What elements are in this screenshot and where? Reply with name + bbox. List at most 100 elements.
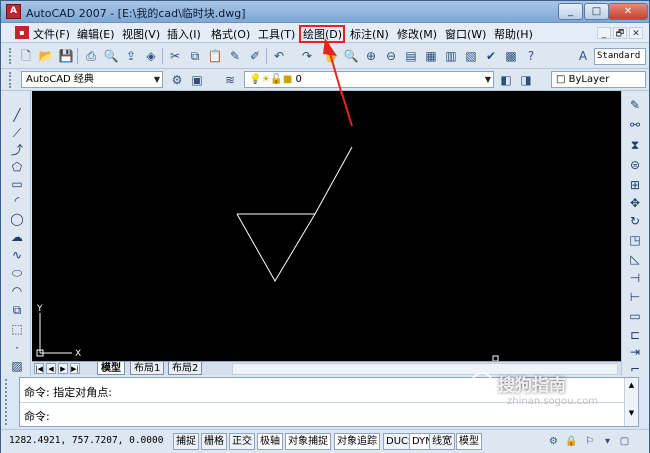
mirror-icon[interactable]: ⧗ — [627, 137, 643, 153]
ortho-toggle[interactable]: 正交 — [229, 433, 255, 450]
break-icon[interactable]: ▭ — [627, 308, 643, 324]
array-icon[interactable]: ⊞ — [627, 177, 643, 193]
menu-help[interactable]: 帮助(H) — [494, 26, 533, 42]
polyline-icon[interactable]: ⤴ — [9, 142, 25, 158]
lock-icon[interactable]: 🔒 — [564, 434, 579, 449]
menu-modify[interactable]: 修改(M) — [397, 26, 437, 42]
command-grip[interactable] — [5, 379, 15, 425]
make-block-icon[interactable]: ⬚ — [9, 321, 25, 337]
menu-tools[interactable]: 工具(T) — [258, 26, 295, 42]
join-icon[interactable]: ⊏ — [627, 327, 643, 343]
fillet-icon[interactable]: ⌐ — [627, 361, 643, 377]
copy-clip-icon[interactable]: ⧉ — [187, 48, 203, 64]
workspace-settings-icon[interactable]: ⚙ — [169, 72, 185, 88]
workspace-combo[interactable]: AutoCAD 经典 ▼ — [21, 71, 163, 88]
minimize-button[interactable]: _ — [558, 3, 583, 20]
zoom-previous-icon[interactable]: ⊖ — [383, 48, 399, 64]
rotate-icon[interactable]: ↻ — [627, 213, 643, 229]
match-properties-icon[interactable]: ✎ — [227, 48, 243, 64]
copy-icon[interactable]: ⚯ — [627, 117, 643, 133]
help-icon[interactable]: ? — [523, 48, 539, 64]
osnap-toggle[interactable]: 对象捕捉 — [285, 433, 331, 450]
communication-center-icon[interactable]: ⚙ — [546, 434, 561, 449]
next-tab-button[interactable]: ▶ — [58, 363, 68, 374]
ellipse-icon[interactable]: ⬭ — [9, 265, 25, 281]
new-icon[interactable]: 🗋 — [18, 48, 34, 64]
design-center-icon[interactable]: ▦ — [423, 48, 439, 64]
scale-icon[interactable]: ◳ — [627, 232, 643, 248]
autocad-app-icon[interactable]: A — [6, 4, 21, 19]
drawn-line[interactable] — [314, 146, 353, 215]
command-scrollbar[interactable]: ▲ ▼ — [624, 378, 638, 426]
doc-close-button[interactable]: ✕ — [629, 27, 643, 39]
extend-icon[interactable]: ⊢ — [627, 289, 643, 305]
paste-icon[interactable]: 📋 — [207, 48, 223, 64]
first-tab-button[interactable]: |◀ — [34, 363, 44, 374]
tab-layout2[interactable]: 布局2 — [168, 362, 203, 375]
tool-palettes-icon[interactable]: ▥ — [443, 48, 459, 64]
point-icon[interactable]: · — [9, 340, 25, 356]
coordinate-readout[interactable]: 1282.4921, 757.7207, 0.0000 — [9, 435, 163, 446]
print-preview-icon[interactable]: 🔍 — [103, 48, 119, 64]
snap-toggle[interactable]: 捕捉 — [173, 433, 199, 450]
document-icon[interactable]: ▪ — [15, 26, 29, 39]
properties-icon[interactable]: ▤ — [403, 48, 419, 64]
trim-icon[interactable]: ⊣ — [627, 270, 643, 286]
drawn-triangle[interactable] — [236, 213, 316, 282]
grid-toggle[interactable]: 栅格 — [201, 433, 227, 450]
publish-icon[interactable]: ⇪ — [123, 48, 139, 64]
print-icon[interactable]: ⎙ — [83, 48, 99, 64]
hatch-icon[interactable]: ▨ — [9, 358, 25, 374]
save-workspace-icon[interactable]: ▣ — [189, 72, 205, 88]
toolbar-lock-icon[interactable]: ⚐ — [582, 434, 597, 449]
otrack-toggle[interactable]: 对象追踪 — [334, 433, 380, 450]
text-style-combo[interactable]: Standard — [594, 48, 646, 65]
make-object-layer-current-icon[interactable]: ◧ — [498, 72, 514, 88]
menu-file[interactable]: 文件(F) — [33, 26, 70, 42]
revision-cloud-icon[interactable]: ☁ — [9, 229, 25, 245]
toolbar-grip[interactable] — [9, 48, 12, 64]
chamfer-icon[interactable]: ⇥ — [627, 344, 643, 360]
chevron-down-icon[interactable]: ▾ — [600, 434, 615, 449]
toolbar-grip[interactable] — [9, 72, 12, 88]
undo-icon[interactable]: ↶ — [271, 48, 287, 64]
menu-insert[interactable]: 插入(I) — [167, 26, 201, 42]
circle-icon[interactable]: ◯ — [9, 211, 25, 227]
construction-line-icon[interactable]: ⟋ — [9, 125, 25, 141]
layer-previous-icon[interactable]: ◨ — [518, 72, 534, 88]
close-button[interactable]: ✕ — [608, 3, 648, 20]
tab-model[interactable]: 模型 — [97, 362, 125, 375]
menu-view[interactable]: 视图(V) — [122, 26, 160, 42]
save-icon[interactable]: 💾 — [58, 48, 74, 64]
menu-window[interactable]: 窗口(W) — [445, 26, 486, 42]
maximize-button[interactable]: □ — [584, 3, 609, 20]
open-icon[interactable]: 📂 — [38, 48, 54, 64]
redo-icon[interactable]: ↷ — [299, 48, 315, 64]
move-icon[interactable]: ✥ — [627, 195, 643, 211]
markup-icon[interactable]: ✔ — [483, 48, 499, 64]
command-prompt[interactable]: 命令: — [24, 408, 50, 424]
clean-screen-icon[interactable]: ▢ — [617, 434, 632, 449]
tab-layout1[interactable]: 布局1 — [130, 362, 165, 375]
spline-icon[interactable]: ∿ — [9, 247, 25, 263]
text-style-icon[interactable]: A — [575, 48, 591, 64]
cut-icon[interactable]: ✂ — [167, 48, 183, 64]
sheet-set-icon[interactable]: ▧ — [463, 48, 479, 64]
layer-manager-icon[interactable]: ≋ — [222, 72, 238, 88]
quickcalc-icon[interactable]: ▩ — [503, 48, 519, 64]
ellipse-arc-icon[interactable]: ◠ — [9, 283, 25, 299]
prev-tab-button[interactable]: ◀ — [46, 363, 56, 374]
block-editor-icon[interactable]: ✐ — [247, 48, 263, 64]
offset-icon[interactable]: ⊜ — [627, 157, 643, 173]
lineweight-toggle[interactable]: 线宽 — [429, 433, 455, 450]
rectangle-icon[interactable]: ▭ — [9, 176, 25, 192]
erase-icon[interactable]: ✎ — [627, 97, 643, 113]
arc-icon[interactable]: ◜ — [9, 193, 25, 209]
menu-edit[interactable]: 编辑(E) — [77, 26, 115, 42]
polar-toggle[interactable]: 极轴 — [257, 433, 283, 450]
insert-block-icon[interactable]: ⧉ — [9, 302, 25, 318]
last-tab-button[interactable]: ▶| — [70, 363, 80, 374]
line-icon[interactable]: ╱ — [9, 107, 25, 123]
stretch-icon[interactable]: ◺ — [627, 251, 643, 267]
doc-restore-button[interactable]: 🗗 — [613, 27, 627, 39]
